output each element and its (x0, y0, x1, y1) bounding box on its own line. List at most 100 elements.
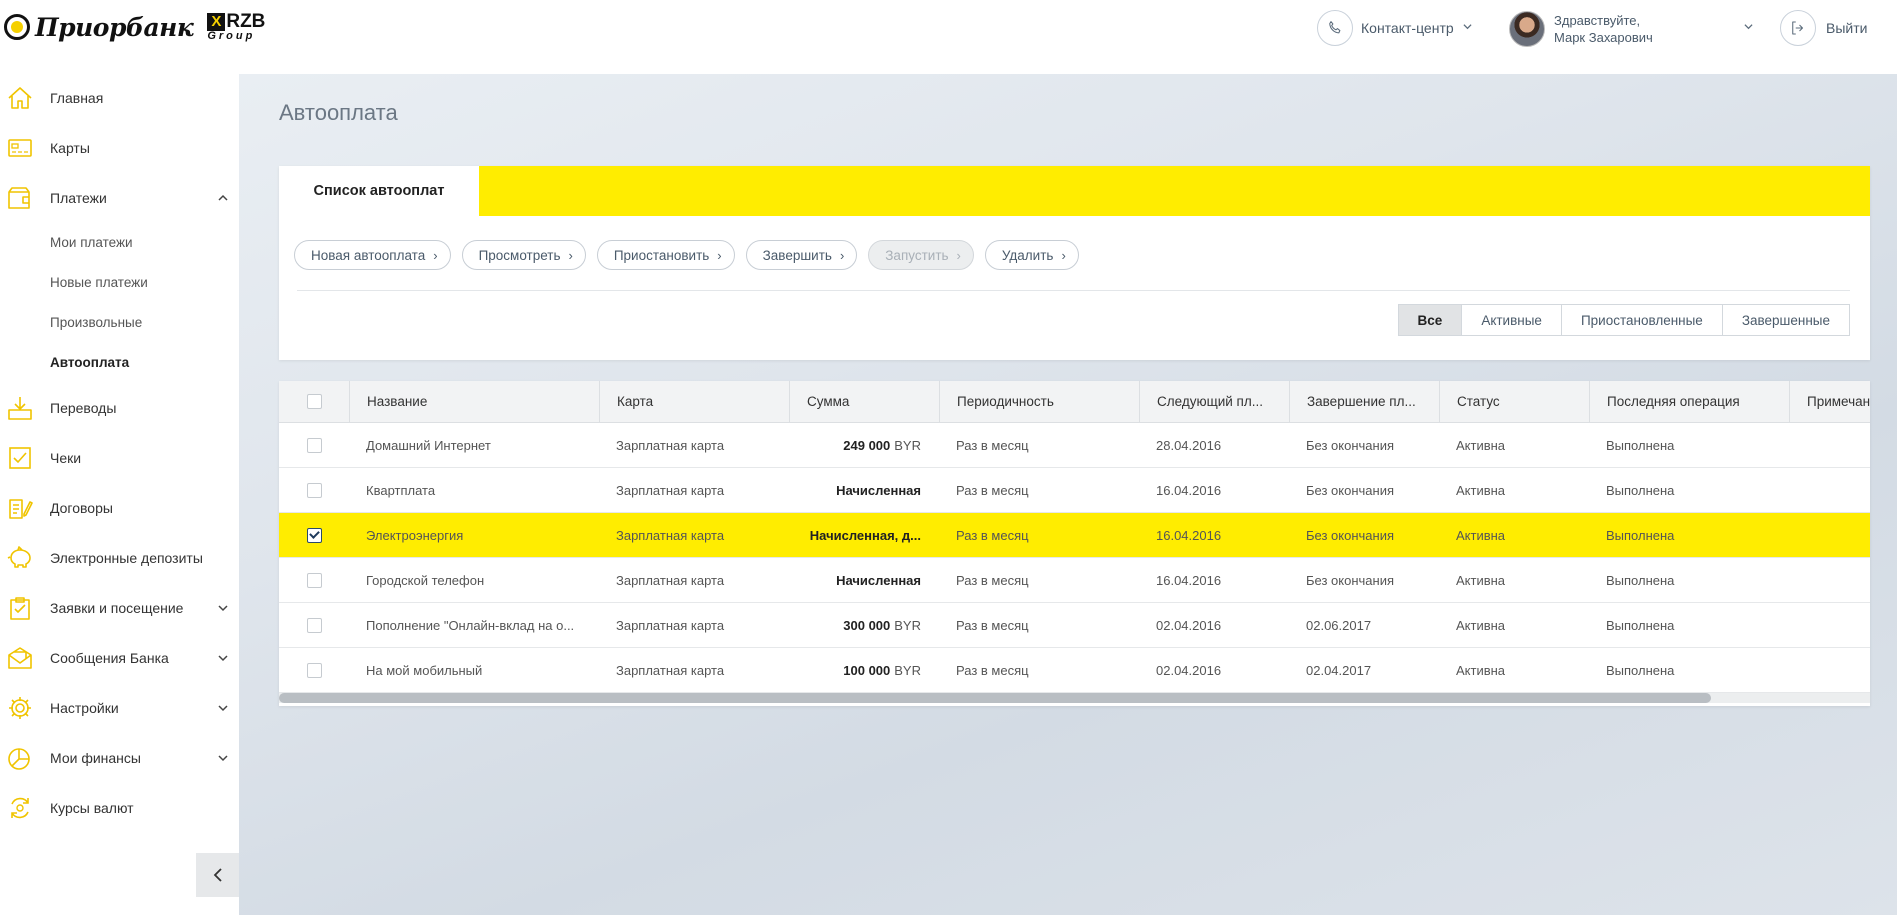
status-filter-group: Все Активные Приостановленные Завершенны… (1397, 304, 1850, 336)
row-checkbox-cell[interactable] (279, 603, 349, 647)
row-checkbox-cell[interactable] (279, 558, 349, 602)
cell-name: Пополнение "Онлайн-вклад на о... (366, 617, 575, 633)
table-row[interactable]: Квартплата Зарплатная карта Начисленная Раз… (279, 468, 1870, 513)
sidebar-item-my-finances[interactable]: Мои финансы (0, 738, 239, 778)
filter-finished[interactable]: Завершенные (1721, 305, 1849, 335)
sidebar-item-label: Платежи (50, 190, 107, 206)
chevron-right-icon: › (717, 247, 722, 263)
column-header-note[interactable]: Примечание (1789, 381, 1870, 422)
sidebar-item-deposits[interactable]: Электронные депозиты (0, 538, 239, 578)
view-button[interactable]: Просмотреть › (461, 240, 586, 270)
table-row[interactable]: Пополнение "Онлайн-вклад на о... Зарплатн… (279, 603, 1870, 648)
table-row[interactable]: На мой мобильный Зарплатная карта 100 000 B… (279, 648, 1870, 693)
table-row[interactable]: Городской телефон Зарплатная карта Начисле… (279, 558, 1870, 603)
divider (297, 290, 1850, 291)
cell-next-payment: 02.04.2016 (1156, 617, 1222, 633)
new-autopay-button[interactable]: Новая автооплата › (294, 240, 451, 270)
suspend-button[interactable]: Приостановить › (596, 240, 735, 270)
cell-period: Раз в месяц (956, 572, 1029, 588)
table-row[interactable]: Электроэнергия Зарплатная карта Начисленна… (279, 513, 1870, 558)
phone-icon (1317, 10, 1353, 46)
sidebar-collapse-button[interactable] (196, 853, 239, 897)
row-checkbox-cell[interactable] (279, 468, 349, 512)
table-row[interactable]: Домашний Интернет Зарплатная карта 249 000… (279, 423, 1870, 468)
clipboard-icon (10, 597, 30, 620)
priorbank-logo[interactable]: Приорбанк X RZB Group (4, 12, 265, 42)
delete-button[interactable]: Удалить › (984, 240, 1079, 270)
sidebar-item-currency-rates[interactable]: Курсы валют (0, 788, 239, 828)
sidebar-subitem-my-payments[interactable]: Мои платежи (50, 235, 133, 250)
sidebar-nav: Главная Карты Платежи Мои платежи Новые … (0, 74, 239, 915)
user-avatar (1509, 11, 1545, 47)
chevron-right-icon: › (956, 247, 961, 263)
main-content: Автооплата Список автооплат Новая автооп… (239, 74, 1897, 915)
sidebar-item-receipts[interactable]: Чеки (0, 438, 239, 478)
column-header-period[interactable]: Периодичность (939, 381, 1139, 422)
sidebar-subitem-arbitrary[interactable]: Произвольные (50, 315, 142, 330)
sidebar-subitem-autopay[interactable]: Автооплата (50, 355, 129, 370)
column-header-end-payment[interactable]: Завершение пл... (1289, 381, 1439, 422)
filter-suspended[interactable]: Приостановленные (1560, 305, 1722, 335)
column-header-status[interactable]: Статус (1439, 381, 1589, 422)
cell-period: Раз в месяц (956, 437, 1029, 453)
sidebar-item-label: Мои финансы (50, 750, 141, 766)
row-checkbox[interactable] (306, 482, 322, 498)
column-header-name[interactable]: Название (349, 381, 599, 422)
cell-end-payment: 02.06.2017 (1306, 617, 1372, 633)
user-menu[interactable]: Здравствуйте, Марк Захарович (1509, 11, 1653, 47)
chevron-down-icon (218, 755, 228, 762)
column-header-amount[interactable]: Сумма (789, 381, 939, 422)
row-checkbox[interactable] (306, 617, 322, 633)
button-label: Приостановить (613, 247, 710, 263)
cell-amount: 100 000 BYR (789, 648, 939, 692)
contact-center-dropdown[interactable]: Контакт-центр (1317, 10, 1472, 46)
horizontal-scrollbar[interactable] (279, 693, 1870, 703)
sidebar-item-transfers[interactable]: Переводы (0, 388, 239, 428)
sidebar-item-settings[interactable]: Настройки (0, 688, 239, 728)
top-header: Приорбанк X RZB Group Контакт-центр Здра… (0, 0, 1897, 74)
scrollbar-thumb[interactable] (279, 693, 1711, 703)
column-header-card[interactable]: Карта (599, 381, 789, 422)
row-checkbox[interactable] (306, 662, 322, 678)
start-button: Запустить › (868, 240, 974, 270)
sidebar-item-label: Договоры (50, 500, 113, 516)
cell-card: Зарплатная карта (616, 527, 725, 543)
sidebar-item-bank-messages[interactable]: Сообщения Банка (0, 638, 239, 678)
amount-currency: BYR (894, 617, 921, 633)
logo-text: Приорбанк (35, 12, 194, 42)
tab-autopay-list[interactable]: Список автооплат (279, 166, 479, 216)
chevron-right-icon: › (568, 247, 573, 263)
cell-card: Зарплатная карта (616, 572, 725, 588)
currency-exchange-icon (11, 797, 29, 819)
filter-active[interactable]: Активные (1461, 305, 1561, 335)
row-checkbox[interactable] (306, 572, 322, 588)
amount-currency: BYR (894, 437, 921, 453)
sidebar-item-requests[interactable]: Заявки и посещение (0, 588, 239, 628)
row-checkbox-cell[interactable] (279, 513, 349, 557)
cell-card: Зарплатная карта (616, 662, 725, 678)
checkbox[interactable] (306, 394, 322, 409)
sidebar-item-contracts[interactable]: Договоры (0, 488, 239, 528)
sidebar-subitem-new-payments[interactable]: Новые платежи (50, 275, 148, 290)
gear-icon (9, 697, 31, 719)
button-label: Запустить (885, 247, 949, 263)
logout-button[interactable]: Выйти (1780, 10, 1867, 46)
chevron-right-icon: › (839, 247, 845, 263)
chevron-down-icon[interactable] (1744, 22, 1753, 34)
sidebar-item-payments[interactable]: Платежи (0, 178, 239, 218)
column-header-last-operation[interactable]: Последняя операция (1589, 381, 1789, 422)
sidebar-item-label: Переводы (50, 400, 117, 416)
finish-button[interactable]: Завершить › (745, 240, 858, 270)
amount-value: Начисленная (836, 482, 921, 498)
row-checkbox-cell[interactable] (279, 423, 349, 467)
row-checkbox-cell[interactable] (279, 648, 349, 692)
column-header-next-payment[interactable]: Следующий пл... (1139, 381, 1289, 422)
card-icon (8, 139, 32, 157)
select-all-checkbox[interactable] (279, 381, 349, 422)
filter-all[interactable]: Все (1398, 305, 1462, 335)
pie-chart-icon (8, 748, 30, 770)
sidebar-item-home[interactable]: Главная (0, 78, 239, 118)
sidebar-item-cards[interactable]: Карты (0, 128, 239, 168)
row-checkbox[interactable] (306, 437, 322, 453)
row-checkbox[interactable] (306, 527, 322, 543)
